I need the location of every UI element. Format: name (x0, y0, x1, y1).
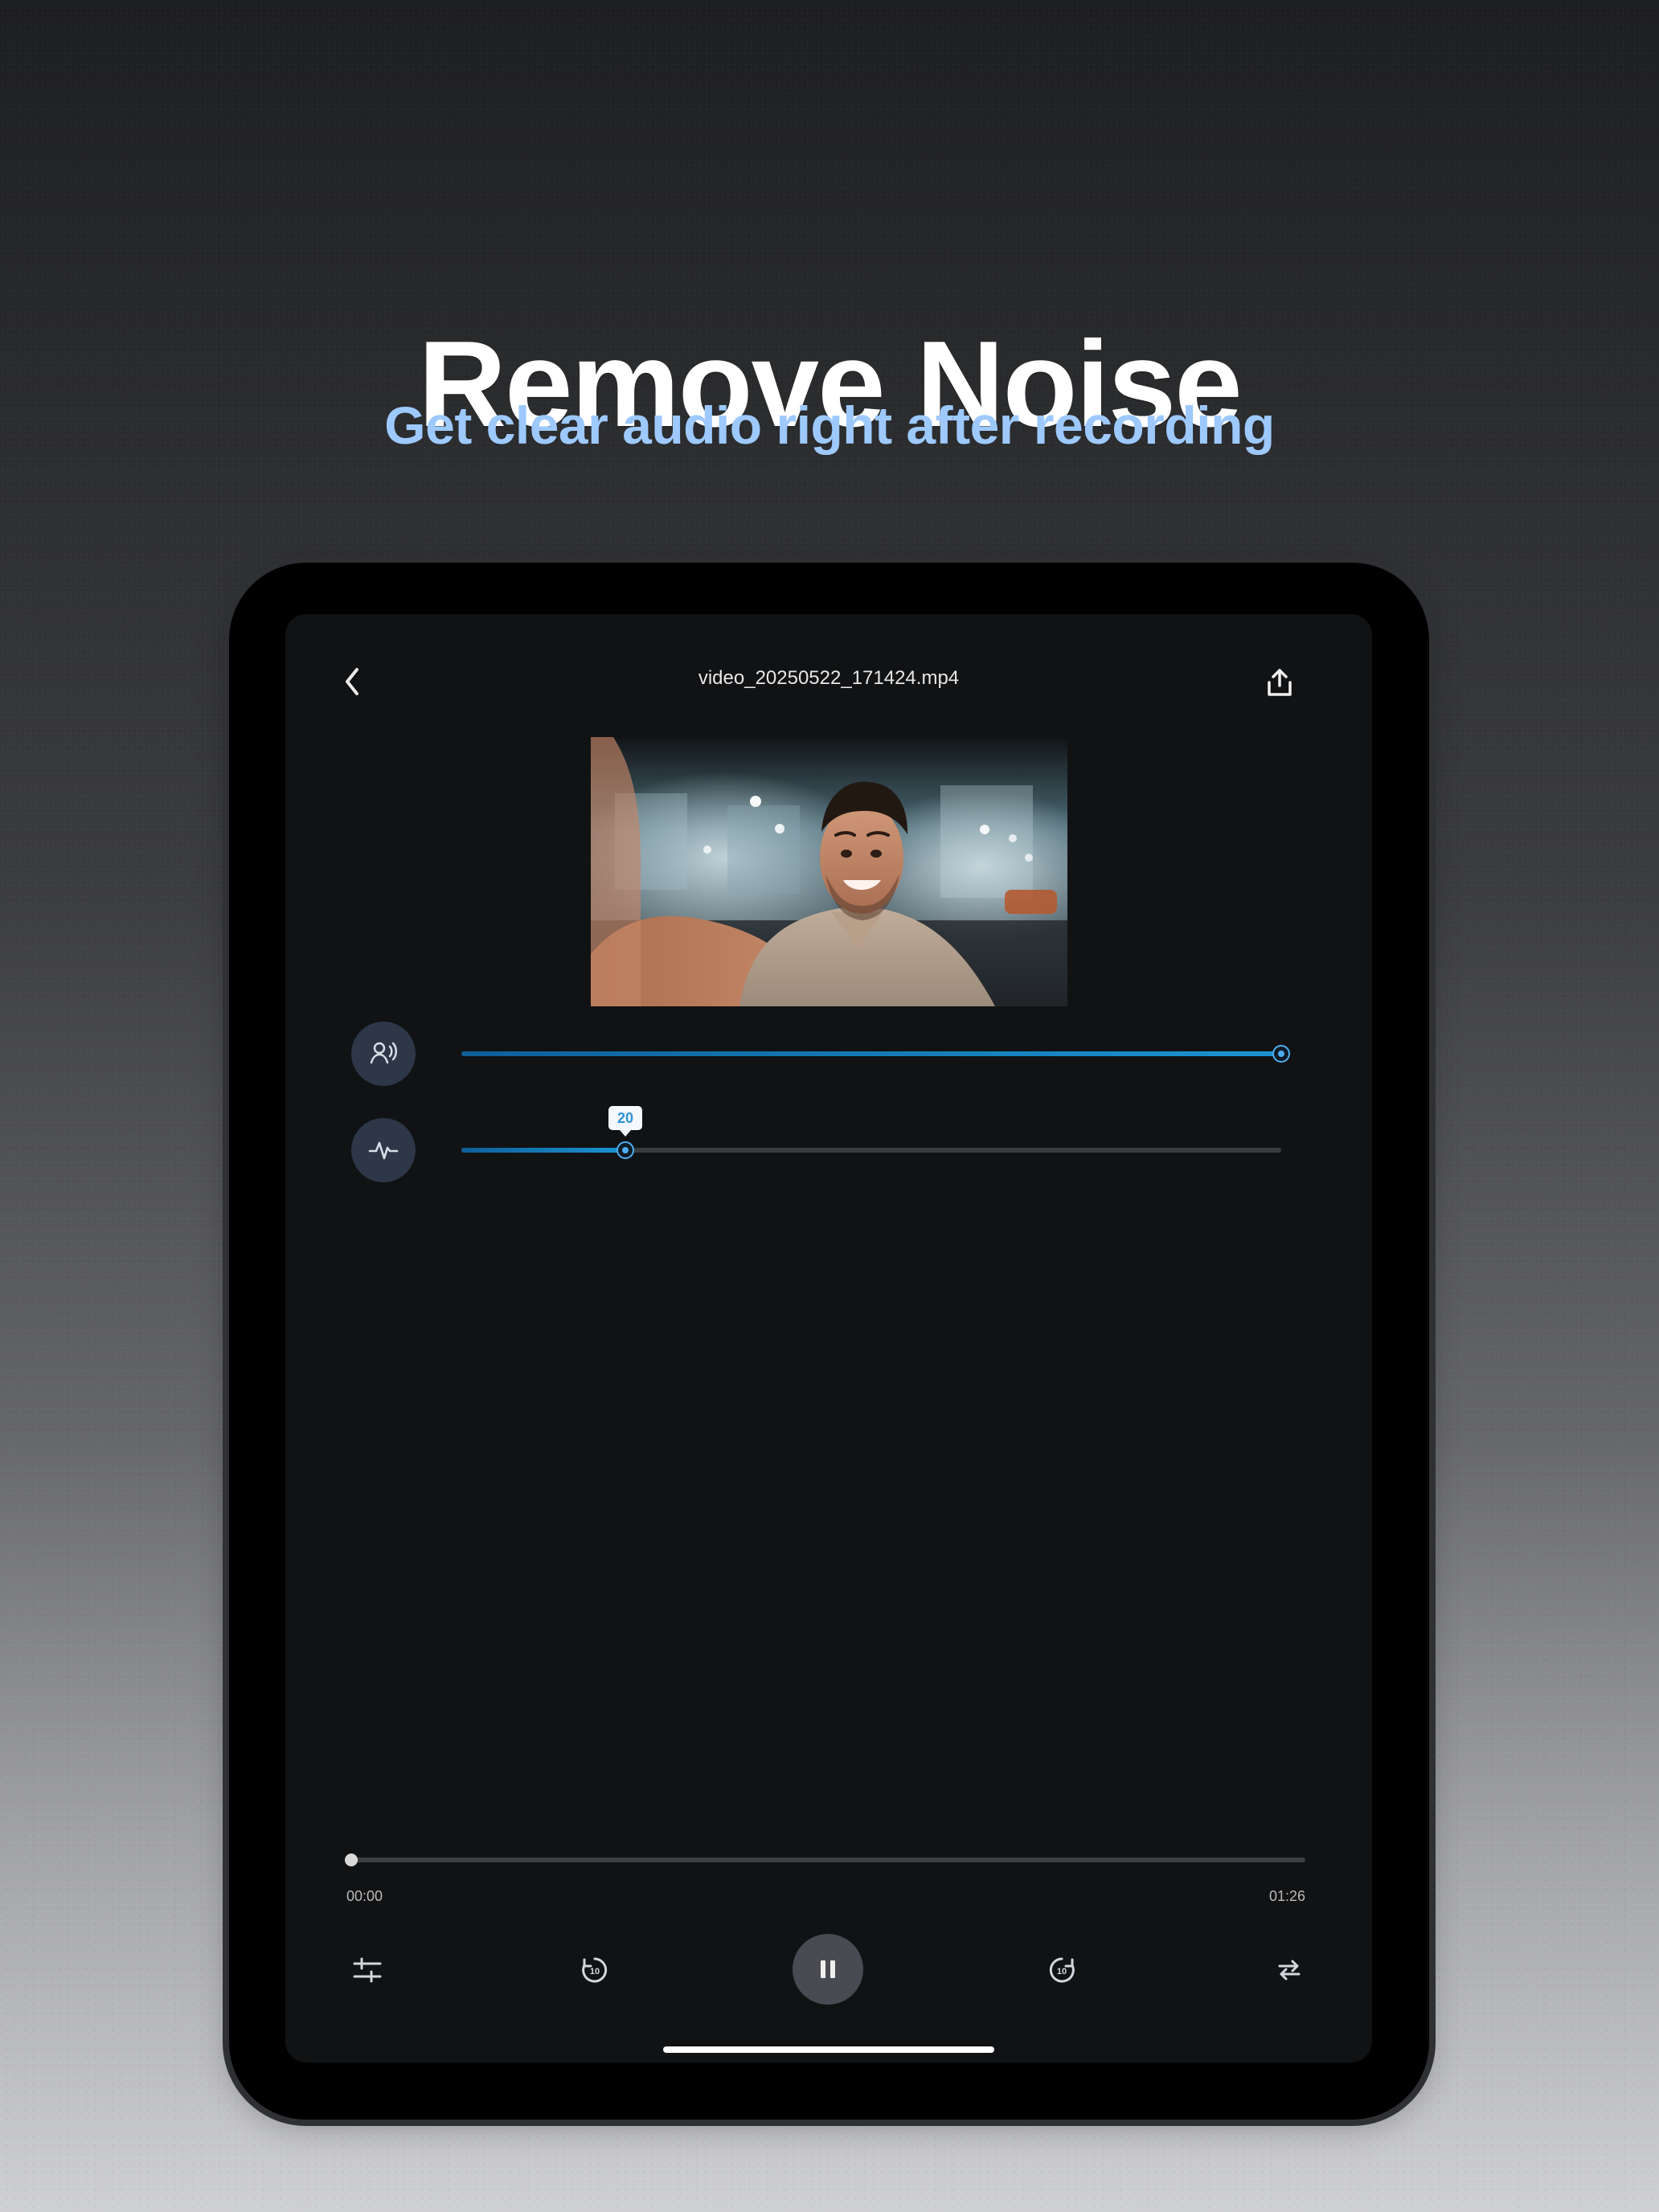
home-indicator[interactable] (663, 2046, 994, 2053)
share-button[interactable] (1260, 661, 1300, 706)
repeat-button[interactable] (1268, 1949, 1310, 1991)
pause-button[interactable] (793, 1934, 863, 2005)
rewind-10-button[interactable]: 10 (574, 1949, 616, 1991)
voice-level-fill (461, 1051, 1281, 1056)
current-time: 00:00 (346, 1888, 383, 1904)
noise-reduction-row: 20 (351, 1106, 1305, 1182)
tablet-screen: video_20250522_171424.mp4 20 00:00 01:26… (285, 614, 1372, 2062)
voice-level-row (351, 1022, 1305, 1086)
voice-level-thumb[interactable] (1272, 1045, 1290, 1063)
forward-10-label: 10 (1057, 1967, 1067, 1976)
voice-level-slider[interactable] (461, 1045, 1290, 1063)
video-preview[interactable] (591, 737, 1067, 1006)
forward-10-icon: 10 (1049, 1957, 1075, 1983)
noise-reduction-button[interactable] (351, 1118, 416, 1182)
voice-icon (370, 1042, 397, 1064)
rewind-10-label: 10 (590, 1967, 600, 1976)
pause-icon (821, 1960, 835, 1978)
noise-reduction-thumb[interactable] (616, 1141, 634, 1159)
top-bar: video_20250522_171424.mp4 (285, 614, 1372, 743)
total-time: 01:26 (1268, 1888, 1305, 1904)
share-icon (1268, 669, 1292, 696)
forward-10-button[interactable]: 10 (1041, 1949, 1083, 1991)
playback-progress-thumb[interactable] (345, 1854, 358, 1866)
settings-button[interactable] (346, 1949, 388, 1991)
video-frame-image (591, 737, 1067, 1006)
voice-level-button[interactable] (351, 1022, 416, 1086)
noise-reduction-slider[interactable]: 20 (461, 1106, 1281, 1159)
noise-reduction-value-badge: 20 (608, 1106, 642, 1137)
repeat-icon (1278, 1960, 1301, 1981)
sliders-icon (353, 1957, 382, 1983)
playback-controls: 10 10 (285, 1926, 1372, 2014)
rewind-10-icon: 10 (582, 1957, 608, 1983)
waveform-icon (368, 1141, 399, 1160)
noise-reduction-fill (461, 1148, 625, 1153)
page-subtitle: Get clear audio right after recording (384, 395, 1275, 455)
playback-progress-slider[interactable] (345, 1854, 1305, 1866)
file-name-title: video_20250522_171424.mp4 (698, 667, 960, 689)
